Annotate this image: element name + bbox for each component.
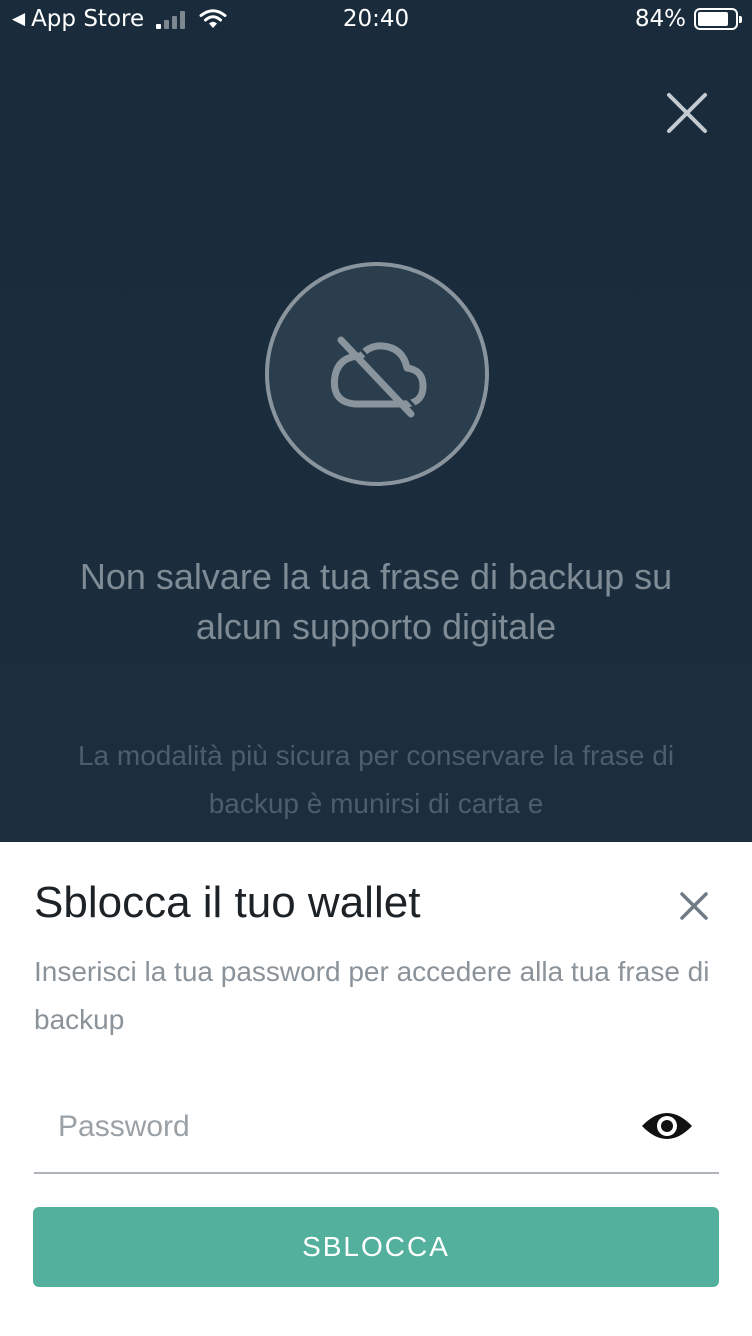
password-field	[34, 1092, 719, 1174]
cloud-off-icon	[330, 334, 427, 418]
app-screen: ◀ App Store 20:40 84% Non salvare la tua…	[0, 0, 752, 1336]
eye-icon[interactable]	[640, 1106, 694, 1146]
sheet-subtitle: Inserisci la tua password per accedere a…	[34, 956, 710, 1035]
cloud-off-badge	[265, 262, 489, 486]
sheet-close-icon[interactable]	[676, 888, 712, 924]
close-icon[interactable]	[664, 90, 710, 136]
battery-icon	[694, 8, 742, 30]
password-input[interactable]	[34, 1092, 634, 1162]
battery-percent: 84%	[634, 6, 686, 32]
status-battery-group: 84%	[634, 6, 742, 32]
status-bar: ◀ App Store 20:40 84%	[0, 0, 752, 42]
sheet-title: Sblocca il tuo wallet	[34, 878, 421, 927]
warning-description: La modalità più sicura per conservare la…	[77, 740, 675, 819]
unlock-button[interactable]: SBLOCCA	[33, 1207, 719, 1287]
battery-level	[698, 12, 729, 26]
unlock-wallet-sheet: Sblocca il tuo wallet Inserisci la tua p…	[0, 842, 752, 1336]
warning-headline: Non salvare la tua frase di backup su al…	[79, 556, 673, 647]
